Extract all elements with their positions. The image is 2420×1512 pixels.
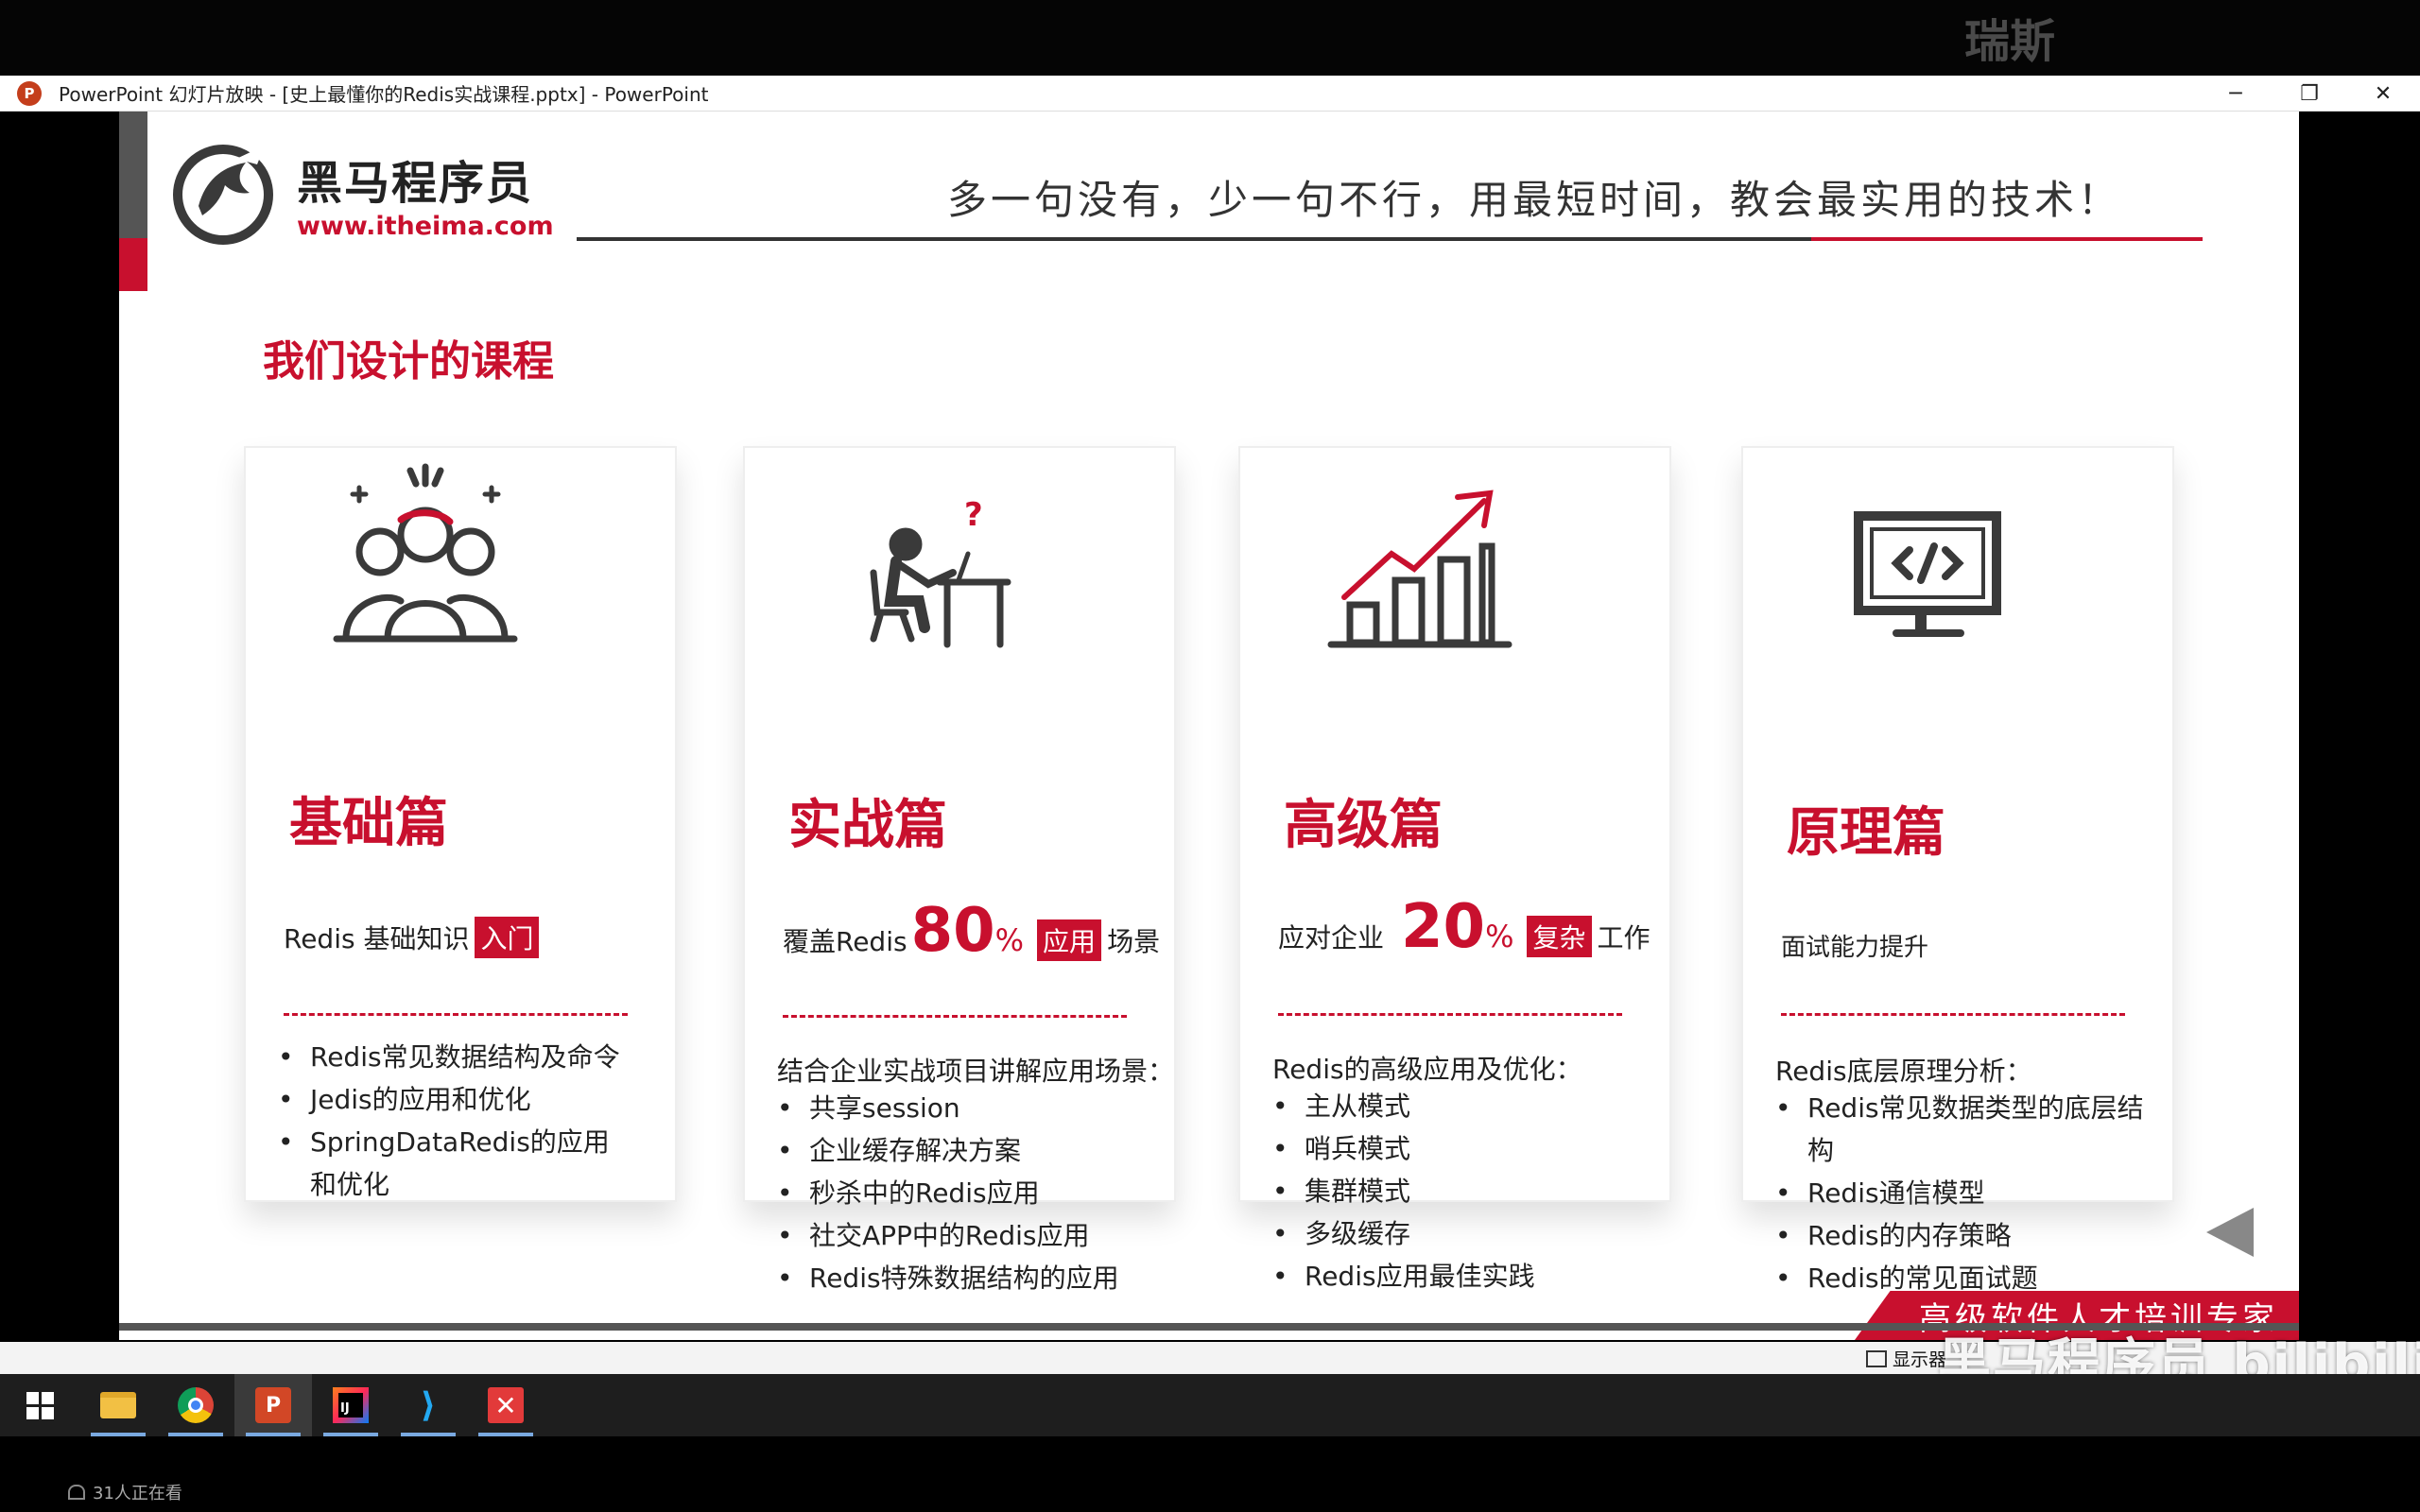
card-lead: Redis的高级应用及优化： (1272, 1054, 1582, 1085)
growth-chart-icon (1327, 490, 1512, 648)
logo-url: www.itheima.com (297, 211, 554, 241)
list-item: 主从模式 (1272, 1085, 1641, 1127)
percent-sign: % (994, 922, 1025, 958)
uploader-watermark: 瑞斯 (1964, 15, 2056, 68)
card-subtitle: 覆盖Redis 80 % 应用 场景 (783, 896, 1160, 966)
course-card-principle: 原理篇 面试能力提升 Redis底层原理分析： Redis常见数据类型的底层结构… (1741, 446, 2174, 1299)
video-top-border: 瑞斯 (0, 0, 2420, 76)
list-item: 多级缓存 (1272, 1212, 1641, 1255)
topic-list: 共享session 企业缓存解决方案 秒杀中的Redis应用 社交APP中的Re… (777, 1087, 1146, 1299)
team-icon (333, 463, 518, 643)
folder-icon (100, 1392, 136, 1418)
topic-list: Redis常见数据结构及命令 Jedis的应用和优化 SpringDataRed… (278, 1036, 647, 1206)
subtitle-tag: 复杂 (1527, 916, 1592, 957)
powerpoint-icon: P (255, 1387, 291, 1423)
chrome-icon (178, 1387, 214, 1423)
subtitle-text: 面试能力提升 (1781, 934, 1929, 962)
topic-list: 主从模式 哨兵模式 集群模式 多级缓存 Redis应用最佳实践 (1272, 1085, 1641, 1297)
list-item: 秒杀中的Redis应用 (777, 1172, 1146, 1214)
percentage-value: 20 (1401, 892, 1486, 962)
card-subtitle: Redis 基础知识 入门 (284, 917, 544, 958)
slide[interactable]: 黑马程序员 www.itheima.com 多一句没有，少一句不行，用最短时间，… (119, 112, 2299, 1340)
developer-desk-icon: ? (870, 496, 1011, 648)
taskbar-chrome[interactable] (157, 1374, 234, 1436)
course-card-basic: 基础篇 Redis 基础知识 入门 Redis常见数据结构及命令 Jedis的应… (244, 446, 677, 1202)
list-item: Redis常见数据结构及命令 (278, 1036, 647, 1078)
list-item: Redis特殊数据结构的应用 (777, 1257, 1146, 1299)
list-item: Redis应用最佳实践 (1272, 1255, 1641, 1297)
code-monitor-icon (1854, 511, 2001, 637)
subtitle-suffix: 工作 (1597, 922, 1651, 954)
window-title: PowerPoint 幻灯片放映 - [史上最懂你的Redis实战课程.pptx… (59, 83, 709, 106)
list-item: 集群模式 (1272, 1170, 1641, 1212)
list-item: Redis通信模型 (1775, 1172, 2144, 1214)
list-item: Redis常见数据类型的底层结构 (1775, 1087, 2153, 1172)
card-title: 实战篇 (788, 795, 947, 856)
subtitle-text: Redis 基础知识 (284, 923, 470, 954)
section-title: 我们设计的课程 (263, 337, 554, 386)
taskbar-powerpoint[interactable]: P (234, 1374, 312, 1436)
monitor-icon (1866, 1349, 1887, 1367)
list-item: 共享session (777, 1087, 1146, 1129)
svg-text:?: ? (964, 496, 983, 534)
horse-logo-icon (173, 145, 273, 245)
powerpoint-app-icon: P (17, 80, 42, 106)
display-settings-button[interactable]: 显示器 (1866, 1346, 1946, 1371)
list-item: SpringDataRedis的应用和优化 (278, 1121, 618, 1206)
minimize-button[interactable]: ─ (2199, 76, 2273, 112)
start-button[interactable] (0, 1374, 79, 1436)
card-subtitle: 应对企业 20 % 复杂 工作 (1278, 892, 1651, 962)
windows-taskbar: P IJ ⟩ ✕ (0, 1374, 2420, 1436)
close-button[interactable]: ✕ (2346, 76, 2420, 112)
card-lead: Redis底层原理分析： (1775, 1056, 2032, 1087)
card-title: 基础篇 (289, 793, 448, 854)
list-item: 社交APP中的Redis应用 (777, 1214, 1146, 1257)
dashed-divider (783, 1015, 1127, 1018)
taskbar-vscode[interactable]: ⟩ (389, 1374, 467, 1436)
xmind-icon: ✕ (488, 1387, 524, 1423)
viewer-count-text: 31人正在看 (93, 1484, 182, 1503)
card-subtitle: 面试能力提升 (1781, 928, 1928, 963)
vscode-icon: ⟩ (420, 1385, 437, 1425)
window-controls: ─ ❐ ✕ (2199, 76, 2420, 112)
course-card-advanced: 高级篇 应对企业 20 % 复杂 工作 Redis的高级应用及优化： 主从模式 … (1238, 446, 1671, 1297)
topic-list: Redis常见数据类型的底层结构 Redis通信模型 Redis的内存策略 Re… (1775, 1087, 2144, 1299)
subtitle-text: 覆盖Redis (783, 926, 908, 957)
intellij-icon: IJ (333, 1387, 369, 1423)
card-title: 原理篇 (1787, 802, 1945, 864)
list-item: Redis的内存策略 (1775, 1214, 2144, 1257)
logo-name: 黑马程序员 (297, 156, 534, 210)
slogan: 多一句没有，少一句不行，用最短时间，教会最实用的技术！ (947, 177, 2122, 223)
slideshow-area: 黑马程序员 www.itheima.com 多一句没有，少一句不行，用最短时间，… (0, 112, 2420, 1342)
taskbar-intellij[interactable]: IJ (312, 1374, 389, 1436)
card-title: 高级篇 (1284, 795, 1443, 856)
course-card-practice: ? 实战篇 覆盖Redis 80 % 应用 场景 结合企业实战项目讲解应用场景：… (743, 446, 1176, 1299)
header-divider-accent (1811, 237, 2203, 241)
subtitle-text: 应对企业 (1278, 922, 1385, 954)
window-titlebar: P PowerPoint 幻灯片放映 - [史上最懂你的Redis实战课程.pp… (0, 76, 2420, 112)
slide-accent-bar (119, 112, 147, 238)
subtitle-tag: 应用 (1037, 919, 1102, 961)
list-item: Jedis的应用和优化 (278, 1078, 647, 1121)
percent-sign: % (1485, 919, 1514, 954)
dashed-divider (284, 1013, 628, 1016)
subtitle-tag: 入门 (475, 917, 540, 958)
taskbar-xmind[interactable]: ✕ (467, 1374, 544, 1436)
percentage-value: 80 (910, 896, 995, 966)
restore-button[interactable]: ❐ (2273, 76, 2346, 112)
slide-accent-red (119, 238, 147, 291)
windows-logo-icon (26, 1391, 54, 1419)
viewer-icon (68, 1485, 85, 1500)
intellij-label: IJ (338, 1393, 363, 1418)
previous-slide-arrow-icon[interactable] (2206, 1208, 2254, 1257)
dashed-divider (1781, 1013, 2125, 1016)
dashed-divider (1278, 1013, 1622, 1016)
subtitle-suffix: 场景 (1107, 926, 1161, 957)
viewer-count: 31人正在看 (68, 1480, 182, 1504)
list-item: 哨兵模式 (1272, 1127, 1641, 1170)
taskbar-file-explorer[interactable] (79, 1374, 157, 1436)
brand-logo: 黑马程序员 www.itheima.com (170, 140, 554, 246)
card-lead: 结合企业实战项目讲解应用场景： (777, 1056, 1175, 1087)
list-item: 企业缓存解决方案 (777, 1129, 1146, 1172)
